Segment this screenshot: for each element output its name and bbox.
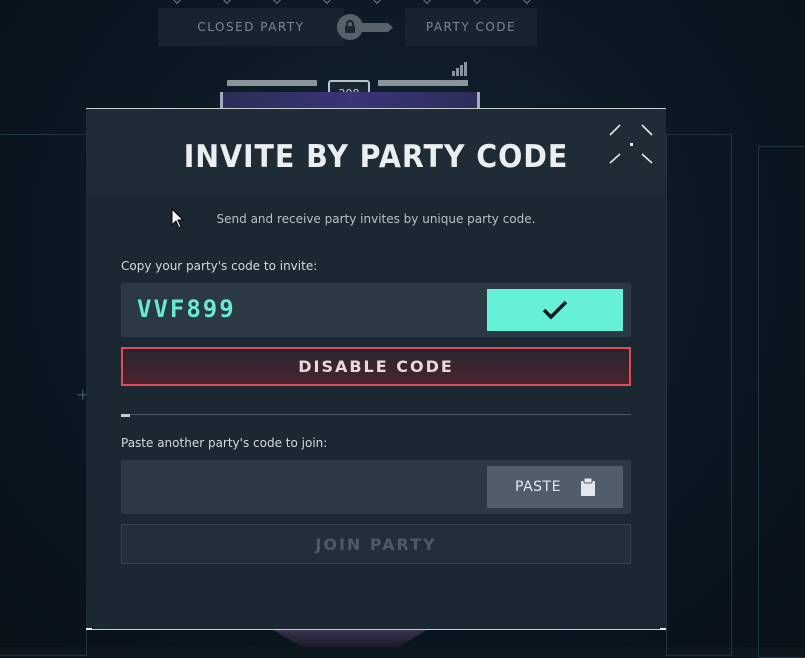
checkmark-icon [542,300,568,320]
join-party-button[interactable]: JOIN PARTY [121,524,631,564]
mouse-cursor-icon [171,208,185,229]
closed-party-label: CLOSED PARTY [197,20,305,34]
closed-party-chip[interactable]: CLOSED PARTY [158,8,344,46]
signal-icon [452,62,468,76]
invite-party-code-modal: INVITE BY PARTY CODE Send and receive pa… [86,108,666,630]
copy-code-label: Copy your party's code to invite: [121,259,318,273]
party-code-value: VVF899 [137,295,236,323]
paste-button[interactable]: PASTE [487,466,623,508]
top-rank-markers [160,0,560,6]
join-code-input[interactable] [131,468,485,508]
clipboard-icon [580,478,595,496]
disable-code-button[interactable]: DISABLE CODE [121,347,631,386]
section-divider [121,414,631,415]
modal-title: INVITE BY PARTY CODE [183,139,569,175]
party-code-box: VVF899 [121,283,631,337]
copy-code-button[interactable] [487,289,623,331]
party-code-label: PARTY CODE [425,20,517,34]
paste-button-label: PASTE [515,479,561,495]
lock-toggle[interactable] [337,14,395,40]
party-code-chip[interactable]: PARTY CODE [405,8,537,46]
rank-emblem [270,628,430,647]
join-code-box: PASTE [121,460,631,514]
join-code-label: Paste another party's code to join: [121,436,328,450]
close-icon [609,124,653,164]
close-button[interactable] [608,123,654,167]
